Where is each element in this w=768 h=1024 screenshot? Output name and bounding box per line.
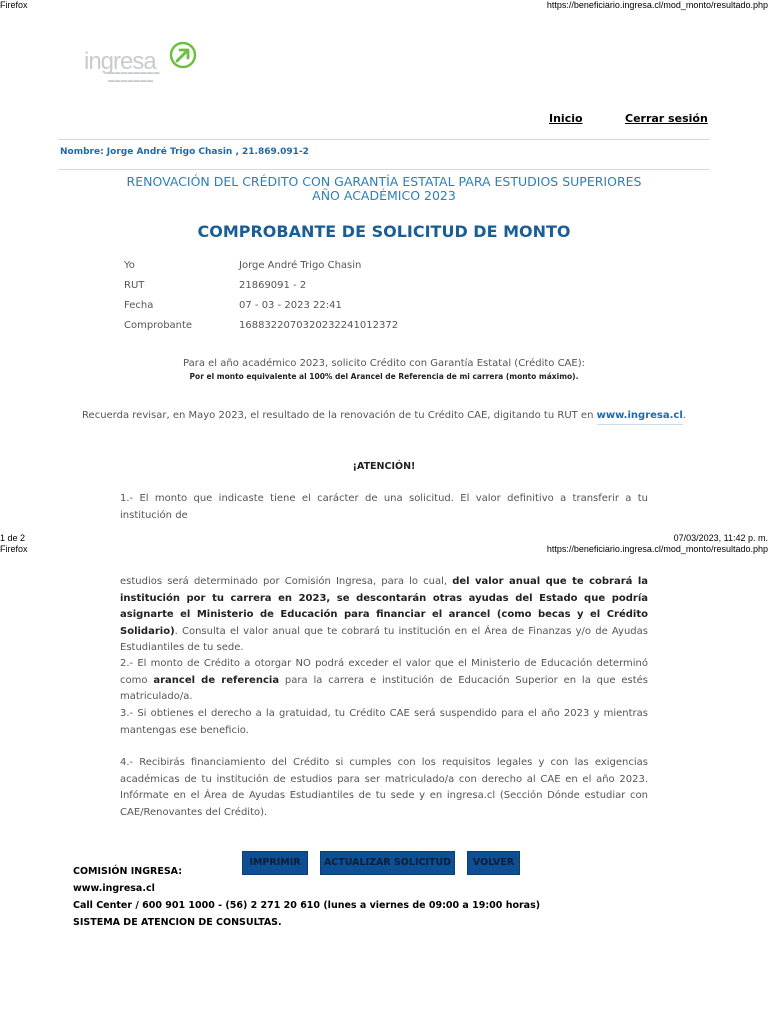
program-title-line2: AÑO ACADÉMICO 2023 <box>312 188 456 203</box>
logo-tagline-line2: ▬▬▬▬▬▬▬ <box>108 78 154 84</box>
inicio-link[interactable]: Inicio <box>549 112 583 125</box>
atencion-heading: ¡ATENCIÓN! <box>352 461 416 472</box>
info-value-fecha: 07 - 03 - 2023 22:41 <box>239 300 342 311</box>
footer-web[interactable]: www.ingresa.cl <box>73 883 155 894</box>
p1-a: estudios será determinado por Comisión I… <box>120 576 453 587</box>
paragraph-4: 4.- Recibirás financiamiento del Crédito… <box>120 757 648 818</box>
recuerda-end: . <box>682 410 686 421</box>
logo-tagline-line1: ▬▬▬▬▬▬▬▬ <box>108 70 160 76</box>
ingresa-link[interactable]: www.ingresa.cl <box>596 410 683 425</box>
footer-call-center: Call Center / 600 901 1000 - (56) 2 271 … <box>73 900 541 911</box>
recuerda-text: Recuerda revisar, en Mayo 2023, el resul… <box>58 410 710 425</box>
arrow-circle-icon <box>169 41 197 69</box>
paragraph-2: 2.- El monto de Crédito a otorgar NO pod… <box>120 656 648 706</box>
footer-sistema: SISTEMA DE ATENCION DE CONSULTAS. <box>73 917 282 928</box>
print-header-browser: Firefox <box>0 0 28 10</box>
info-label-comprobante: Comprobante <box>124 320 193 331</box>
ingresa-logo: ingresa ▬▬▬▬▬▬▬▬ ▬▬▬▬▬▬▬ <box>84 38 204 94</box>
print-header-url: https://beneficiario.ingresa.cl/mod_mont… <box>546 0 768 10</box>
actualizar-solicitud-button[interactable]: ACTUALIZAR SOLICITUD <box>320 851 455 875</box>
print-footer-page: 1 de 2 <box>0 533 26 543</box>
info-value-yo: Jorge André Trigo Chasin <box>239 260 362 271</box>
info-label-yo: Yo <box>124 260 135 271</box>
footer-org: COMISIÓN INGRESA: <box>73 866 183 877</box>
info-value-rut: 21869091 - 2 <box>239 280 307 291</box>
page-title: COMPROBANTE DE SOLICITUD DE MONTO <box>197 222 571 241</box>
paragraph-1-start: 1.- El monto que indicaste tiene el cará… <box>120 493 648 521</box>
print-header2-browser: Firefox <box>0 544 28 554</box>
info-label-fecha: Fecha <box>124 300 154 311</box>
info-value-comprobante: 1688322070320232241012372 <box>239 320 399 331</box>
divider-top <box>58 139 710 140</box>
paragraph-3: 3.- Si obtienes el derecho a la gratuida… <box>120 708 648 736</box>
imprimir-button[interactable]: IMPRIMIR <box>242 851 308 875</box>
program-title: RENOVACIÓN DEL CRÉDITO CON GARANTÍA ESTA… <box>58 175 710 203</box>
print-footer-datetime: 07/03/2023, 11:42 p. m. <box>673 533 768 543</box>
print-header2-url: https://beneficiario.ingresa.cl/mod_mont… <box>546 544 768 554</box>
user-name-rut: Nombre: Jorge André Trigo Chasin , 21.86… <box>60 147 309 157</box>
solicitud-monto: Por el monto equivalente al 100% del Ara… <box>189 372 579 381</box>
info-label-rut: RUT <box>124 280 145 291</box>
p1-c: . Consulta el valor anual que te cobrará… <box>120 625 648 654</box>
volver-button[interactable]: VOLVER <box>467 851 520 875</box>
divider-bottom <box>58 169 710 170</box>
solicitud-text: Para el año académico 2023, solicito Cré… <box>183 358 585 369</box>
recuerda-body: Recuerda revisar, en Mayo 2023, el resul… <box>82 410 594 421</box>
p2-b: arancel de referencia <box>153 674 280 686</box>
paragraph-1-continued: estudios será determinado por Comisión I… <box>120 574 648 657</box>
cerrar-sesion-link[interactable]: Cerrar sesión <box>625 112 708 125</box>
program-title-line1: RENOVACIÓN DEL CRÉDITO CON GARANTÍA ESTA… <box>126 174 642 189</box>
